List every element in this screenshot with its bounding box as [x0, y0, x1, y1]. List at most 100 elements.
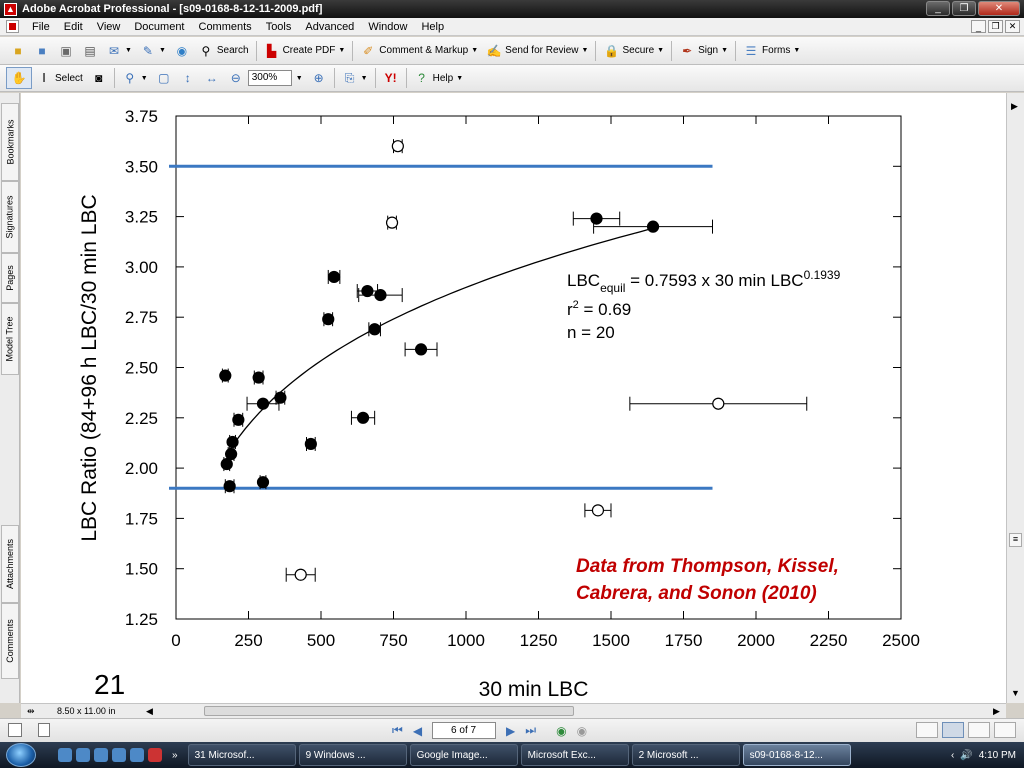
zoom-level-input[interactable]: 300% — [247, 70, 292, 86]
y-tick-label: 2.50 — [125, 359, 158, 378]
ie-icon[interactable] — [58, 748, 72, 762]
scroll-left-arrow-icon[interactable]: ◀ — [146, 706, 153, 717]
app-icon[interactable] — [148, 748, 162, 762]
secure-button[interactable]: 🔒 Secure ▼ — [599, 40, 668, 62]
help-button[interactable]: ? Help ▼ — [410, 67, 468, 89]
search-button[interactable]: ⚲ Search — [194, 40, 253, 62]
organizer-button[interactable]: ■ — [30, 40, 54, 62]
tray-expand-icon[interactable]: ‹ — [951, 750, 954, 761]
doc-close-button[interactable]: ✕ — [1005, 20, 1020, 33]
taskbar-excel[interactable]: Microsoft Exc... — [520, 744, 629, 766]
menu-document[interactable]: Document — [127, 21, 191, 33]
minimize-button[interactable]: _ — [926, 1, 950, 16]
scroll-right-arrow-icon[interactable]: ▶ — [1011, 101, 1018, 112]
save-button[interactable]: ▣ — [54, 40, 78, 62]
network-icon[interactable] — [130, 748, 144, 762]
more-quick-launch-icon[interactable]: » — [172, 750, 178, 761]
zoom-tool-button[interactable]: ⚲ ▼ — [118, 67, 152, 89]
data-point-filled — [322, 313, 335, 326]
actual-size-button[interactable]: ▢ — [152, 67, 176, 89]
menu-advanced[interactable]: Advanced — [298, 21, 361, 33]
restore-button[interactable]: ❐ — [952, 1, 976, 16]
previous-view-icon[interactable]: ◉ — [556, 724, 566, 738]
menu-file[interactable]: File — [25, 21, 57, 33]
facing-icon[interactable] — [968, 722, 990, 738]
zoom-in-button[interactable]: ⊕ — [307, 67, 331, 89]
taskbar-windows-explorer[interactable]: 9 Windows ... — [298, 744, 407, 766]
next-view-icon[interactable]: ◉ — [577, 724, 587, 738]
tab-pages-label: Pages — [5, 265, 15, 291]
vertical-scrollbar[interactable]: ▶ ≡ ▼ — [1006, 93, 1024, 703]
doc-restore-button[interactable]: ❐ — [988, 20, 1003, 33]
data-point-open — [385, 216, 399, 229]
clock[interactable]: 4:10 PM — [979, 750, 1016, 761]
previous-page-icon[interactable]: ◀ — [413, 724, 422, 738]
zoom-dropdown[interactable]: ▼ — [292, 67, 307, 89]
horizontal-scroll-thumb[interactable] — [204, 706, 574, 716]
scroll-grip-icon[interactable]: ≡ — [1009, 533, 1022, 547]
next-page-icon[interactable]: ▶ — [506, 724, 515, 738]
tab-comments[interactable]: Comments — [1, 603, 19, 679]
comment-markup-button[interactable]: ✐ Comment & Markup ▼ — [356, 40, 482, 62]
print-button[interactable]: ▤ — [78, 40, 102, 62]
menu-tools[interactable]: Tools — [259, 21, 299, 33]
close-button[interactable]: ✕ — [978, 1, 1020, 16]
snapshot-button[interactable]: ◙ — [87, 67, 111, 89]
single-page-icon[interactable] — [916, 722, 938, 738]
page-number-field[interactable]: 6 of 7 — [432, 722, 497, 739]
document-view[interactable]: 0 250 500 750 1000 1250 1500 1750 2000 2250 2500 1.… — [21, 93, 1007, 703]
last-page-icon[interactable]: ⏭ — [525, 723, 536, 738]
data-point-filled — [219, 369, 232, 382]
doc-minimize-button[interactable]: _ — [971, 20, 986, 33]
menu-window[interactable]: Window — [361, 21, 414, 33]
continuous-facing-icon[interactable] — [994, 722, 1016, 738]
page-thumbnail-icon[interactable] — [8, 723, 22, 737]
taskbar-acrobat[interactable]: s09-0168-8-12... — [742, 744, 851, 766]
create-pdf-button[interactable]: ▙ Create PDF ▼ — [260, 40, 350, 62]
continuous-icon[interactable] — [942, 722, 964, 738]
menu-edit[interactable]: Edit — [57, 21, 90, 33]
hand-tool-button[interactable]: ✋ — [6, 67, 32, 89]
tab-bookmarks-label: Bookmarks — [5, 119, 16, 165]
email-button[interactable]: ✉ ▼ — [102, 40, 136, 62]
desktop-icon[interactable] — [94, 748, 108, 762]
menu-view[interactable]: View — [90, 21, 128, 33]
tab-bookmarks[interactable]: Bookmarks — [1, 103, 19, 181]
fit-page-button[interactable]: ↕ — [176, 67, 200, 89]
scroll-down-arrow-icon[interactable]: ▼ — [1011, 688, 1020, 698]
fit-width-button[interactable]: ↔ — [200, 67, 224, 89]
horizontal-scrollbar[interactable]: ⇹ 8.50 x 11.00 in ◀ ▶ — [21, 703, 1006, 718]
sign-label: Sign — [698, 45, 719, 56]
web-button[interactable]: ◉ — [170, 40, 194, 62]
start-button[interactable] — [6, 743, 36, 767]
taskbar-powerpoint[interactable]: 2 Microsoft ... — [631, 744, 740, 766]
zoom-out-button[interactable]: ⊖ — [224, 67, 248, 89]
attach-button[interactable]: ✎ ▼ — [136, 40, 170, 62]
volume-icon[interactable]: 🔊 — [960, 750, 972, 761]
taskbar-outlook[interactable]: 31 Microsof... — [187, 744, 296, 766]
menu-help[interactable]: Help — [414, 21, 451, 33]
select-tool-button[interactable]: Ⅰ Select — [32, 67, 87, 89]
rotate-button[interactable]: ⎘ ▼ — [338, 67, 372, 89]
tab-attachments[interactable]: Attachments — [1, 525, 19, 603]
outlook-icon[interactable] — [76, 748, 90, 762]
scroll-right-end-arrow-icon[interactable]: ▶ — [993, 706, 1000, 717]
page-icon[interactable] — [38, 723, 50, 737]
tab-signatures[interactable]: Signatures — [1, 181, 19, 253]
open-button[interactable]: ■ — [6, 40, 30, 62]
send-review-button[interactable]: ✍ Send for Review ▼ — [482, 40, 592, 62]
sign-button[interactable]: ✒ Sign ▼ — [675, 40, 732, 62]
tab-model-tree[interactable]: Model Tree — [1, 303, 19, 375]
forms-button[interactable]: ☰ Forms ▼ — [739, 40, 804, 62]
taskbar-google-images[interactable]: Google Image... — [409, 744, 518, 766]
zoom-out-icon: ⊖ — [230, 71, 241, 85]
yahoo-button[interactable]: Y! — [379, 67, 403, 89]
y-tick-label: 1.25 — [125, 610, 158, 629]
split-icon[interactable]: ⇹ — [27, 706, 35, 717]
first-page-icon[interactable]: ⏮ — [392, 723, 403, 738]
tab-pages[interactable]: Pages — [1, 253, 19, 303]
explorer-icon[interactable] — [112, 748, 126, 762]
save-icon: ▣ — [60, 43, 72, 58]
menu-comments[interactable]: Comments — [192, 21, 259, 33]
document-icon[interactable] — [6, 20, 19, 33]
